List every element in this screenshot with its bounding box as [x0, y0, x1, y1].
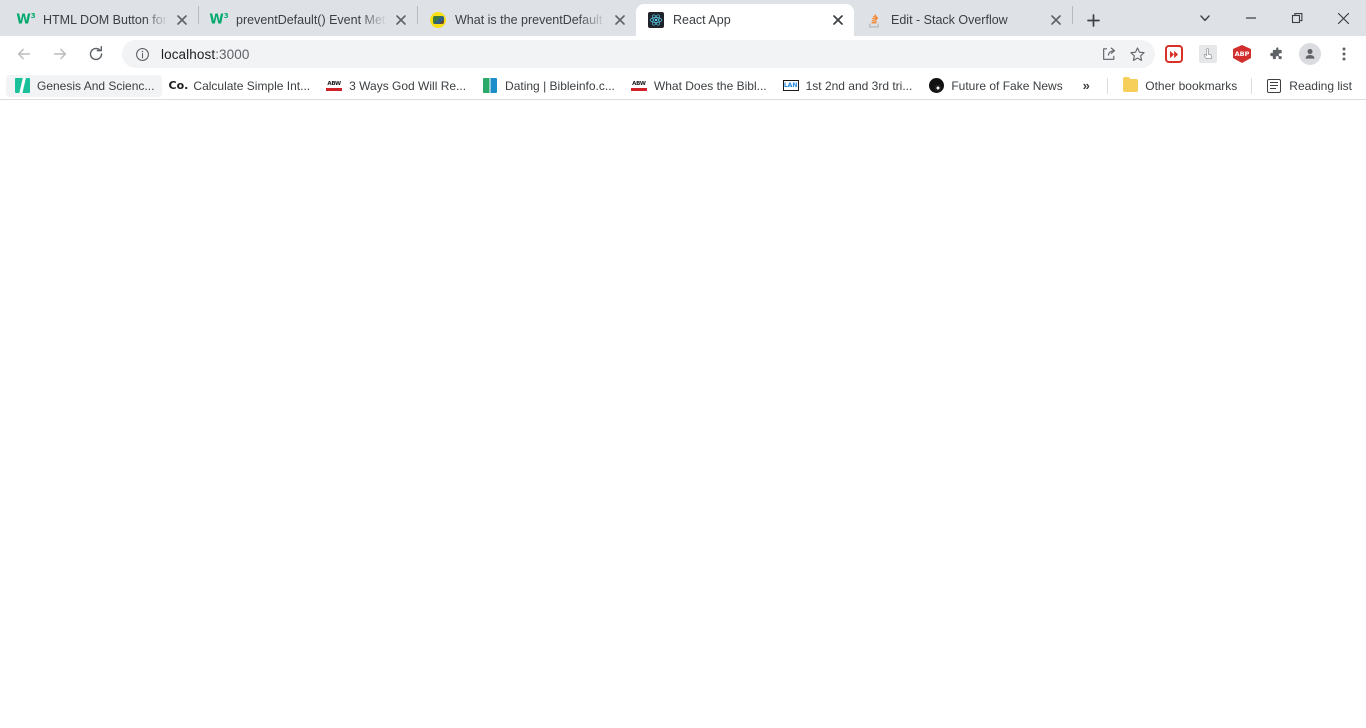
tab-title: React App	[673, 13, 731, 27]
bookmarks-overflow-chevron-icon[interactable]: »	[1075, 75, 1097, 97]
browser-tab-4-active[interactable]: React App	[636, 4, 854, 36]
browser-window: W3 HTML DOM Button formTarget W3 prevent…	[0, 0, 1366, 728]
minimize-icon[interactable]	[1228, 0, 1274, 36]
lan-icon: LAN	[782, 80, 799, 91]
share-icon[interactable]	[1095, 40, 1123, 68]
close-window-icon[interactable]	[1320, 0, 1366, 36]
bookmarks-bar-right: » Other bookmarks Reading list	[1071, 75, 1360, 97]
reload-button[interactable]	[80, 38, 112, 70]
adblock-plus-extension-icon[interactable]: ABP	[1228, 40, 1256, 68]
address-bar[interactable]: localhost:3000	[122, 40, 1155, 68]
site-info-icon[interactable]	[132, 44, 152, 64]
url-text[interactable]: localhost:3000	[161, 47, 1095, 62]
bookmark-label: 3 Ways God Will Re...	[349, 78, 467, 93]
maximize-icon[interactable]	[1274, 0, 1320, 36]
bookmark-label: 1st 2nd and 3rd tri...	[805, 78, 913, 93]
bookmarks-divider	[1107, 77, 1109, 94]
forward-button[interactable]	[44, 38, 76, 70]
adblock-badge-text: ABP	[1233, 45, 1251, 63]
url-host: localhost	[161, 46, 216, 62]
fake-news-icon	[928, 78, 944, 94]
genesis-icon	[14, 78, 30, 94]
tab-close-icon[interactable]	[389, 8, 413, 32]
tab-title: Edit - Stack Overflow	[891, 13, 1008, 27]
video-downloader-extension-icon[interactable]	[1160, 40, 1188, 68]
bookmark-item-what-does-the-bible[interactable]: ABW What Does the Bibl...	[623, 75, 775, 97]
coursera-icon: Co.	[168, 79, 189, 92]
new-tab-button[interactable]	[1079, 6, 1107, 34]
w3schools-icon: W3	[16, 12, 36, 28]
reading-list-button[interactable]: Reading list	[1258, 75, 1360, 97]
other-bookmarks-label: Other bookmarks	[1145, 78, 1238, 93]
tab-title: What is the preventDefault Ev	[455, 13, 606, 27]
screenshot-extension-icon[interactable]	[1194, 40, 1222, 68]
back-button[interactable]	[8, 38, 40, 70]
tab-close-icon[interactable]	[170, 8, 194, 32]
url-port: :3000	[215, 46, 250, 62]
reading-list-label: Reading list	[1289, 78, 1352, 93]
tab-close-icon[interactable]	[1044, 8, 1068, 32]
reading-list-icon	[1266, 78, 1282, 94]
geeksforgeeks-icon	[430, 12, 446, 28]
tab-close-icon[interactable]	[608, 8, 632, 32]
browser-toolbar: localhost:3000 ABP	[0, 36, 1366, 72]
bookmarks-bar: Genesis And Scienc... Co. Calculate Simp…	[0, 72, 1366, 100]
bookmark-item-calculate-simple-interest[interactable]: Co. Calculate Simple Int...	[162, 75, 318, 97]
bookmark-label: Calculate Simple Int...	[193, 78, 311, 93]
bookmark-item-genesis[interactable]: Genesis And Scienc...	[6, 74, 163, 97]
bookmark-label: Dating | Bibleinfo.c...	[505, 78, 615, 93]
abw-news-icon: ABW	[630, 78, 647, 94]
tab-strip: W3 HTML DOM Button formTarget W3 prevent…	[0, 0, 1366, 36]
bookmark-item-3-ways-god-will[interactable]: ABW 3 Ways God Will Re...	[318, 75, 474, 97]
browser-tab-5[interactable]: Edit - Stack Overflow	[854, 4, 1072, 36]
bookmark-item-1st-2nd-3rd[interactable]: LAN 1st 2nd and 3rd tri...	[775, 75, 921, 97]
omnibox-actions	[1095, 40, 1151, 68]
tab-search-chevron-icon[interactable]	[1182, 0, 1228, 36]
profile-avatar[interactable]	[1296, 40, 1324, 68]
react-icon	[648, 12, 664, 28]
stackoverflow-icon	[866, 12, 882, 28]
page-content-area	[0, 100, 1366, 728]
tab-title: preventDefault() Event Method	[236, 13, 387, 27]
browser-tab-1[interactable]: W3 HTML DOM Button formTarget	[6, 4, 198, 36]
tab-title: HTML DOM Button formTarget	[43, 13, 168, 27]
bookmark-label: Future of Fake News	[951, 78, 1063, 93]
bookmark-label: Genesis And Scienc...	[37, 78, 155, 93]
bookmarks-divider	[1251, 77, 1253, 94]
window-controls	[1182, 0, 1366, 36]
extensions-puzzle-icon[interactable]	[1262, 40, 1290, 68]
bibleinfo-icon	[482, 78, 498, 94]
tab-separator	[1072, 5, 1073, 24]
folder-icon	[1122, 77, 1138, 94]
bookmark-item-dating-bibleinfo[interactable]: Dating | Bibleinfo.c...	[474, 75, 623, 97]
bookmark-item-future-of-fake-news[interactable]: Future of Fake News	[920, 75, 1070, 97]
bookmark-label: What Does the Bibl...	[653, 78, 767, 93]
tab-close-icon[interactable]	[826, 8, 850, 32]
bookmark-star-icon[interactable]	[1123, 40, 1151, 68]
browser-tab-2[interactable]: W3 preventDefault() Event Method	[199, 4, 417, 36]
other-bookmarks-folder[interactable]: Other bookmarks	[1114, 75, 1245, 97]
abw-news-icon: ABW	[326, 78, 343, 94]
browser-tab-3[interactable]: What is the preventDefault Ev	[418, 4, 636, 36]
w3schools-icon: W3	[209, 12, 229, 28]
chrome-menu-icon[interactable]	[1330, 40, 1358, 68]
